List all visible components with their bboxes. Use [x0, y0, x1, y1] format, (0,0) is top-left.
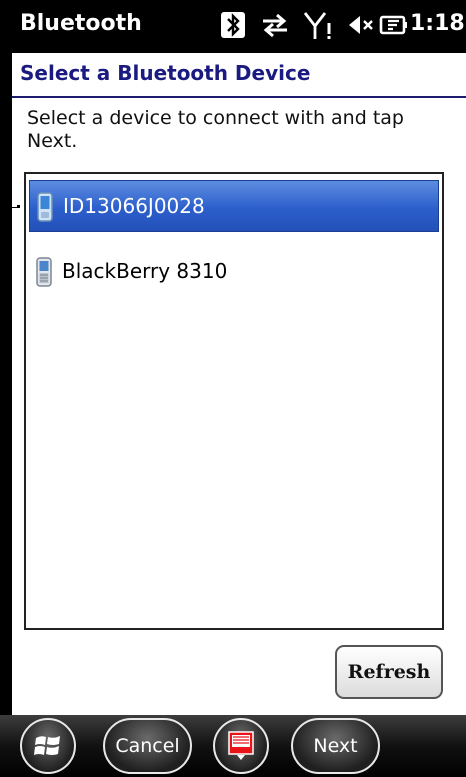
cancel-button[interactable]: Cancel: [103, 718, 192, 774]
page-header: Select a Bluetooth Device: [12, 53, 466, 98]
volume-muted-icon[interactable]: [346, 10, 376, 40]
app-title: Bluetooth: [20, 11, 142, 36]
windows-logo-icon: [34, 736, 60, 755]
start-button[interactable]: [20, 718, 76, 774]
signal-icon[interactable]: [303, 10, 335, 40]
clock[interactable]: 1:18: [410, 11, 465, 36]
device-item-id13066j0028[interactable]: ID13066J0028: [29, 180, 439, 232]
data-sync-icon[interactable]: [259, 10, 291, 40]
device-list[interactable]: ID13066J0028 BlackBerry 8310: [24, 172, 444, 630]
pointer-dot: [17, 205, 20, 208]
refresh-button[interactable]: Refresh: [335, 645, 443, 699]
screen-edge: [0, 0, 12, 777]
page-title: Select a Bluetooth Device: [20, 61, 311, 85]
device-item-blackberry-8310[interactable]: BlackBerry 8310: [29, 246, 439, 298]
bluetooth-icon[interactable]: [220, 10, 246, 40]
keyboard-button[interactable]: [213, 718, 269, 774]
instruction-text: Select a device to connect with and tap …: [27, 107, 404, 152]
screen: Bluetooth 1:18 Select a Bluetooth Device…: [0, 0, 466, 777]
device-label: BlackBerry 8310: [62, 259, 228, 283]
bottom-bar: Cancel Next: [0, 715, 466, 777]
next-button[interactable]: Next: [291, 718, 380, 774]
device-label: ID13066J0028: [63, 194, 205, 218]
phone-icon: [36, 257, 52, 287]
battery-charging-icon[interactable]: [379, 10, 409, 40]
keyboard-icon: [228, 731, 254, 760]
device-icon: [37, 192, 53, 222]
status-bar: Bluetooth 1:18: [12, 0, 466, 53]
